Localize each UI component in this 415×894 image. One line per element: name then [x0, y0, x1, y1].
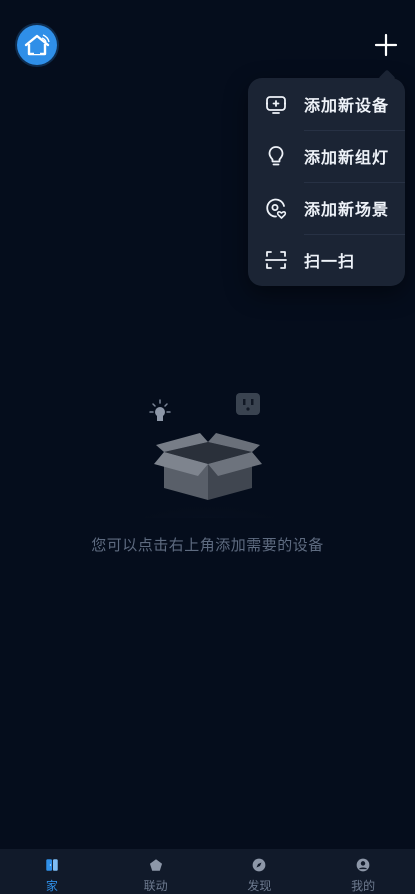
menu-item-label: 扫一扫 [304, 252, 356, 271]
user-icon [356, 858, 370, 872]
plus-icon [374, 33, 398, 57]
home-screen: 添加新设备 添加新组灯 添加新场景 扫一扫 您可以点击右上角添加需要的设备 家 … [0, 0, 415, 894]
menu-item-add-device[interactable]: 添加新设备 [248, 78, 405, 130]
scan-icon [264, 248, 288, 272]
pentagon-icon [149, 859, 162, 871]
menu-item-add-light-group[interactable]: 添加新组灯 [248, 130, 405, 182]
empty-box-illustration [116, 393, 300, 518]
menu-item-label: 添加新场景 [304, 200, 390, 219]
add-menu-dropdown: 添加新设备 添加新组灯 添加新场景 扫一扫 [248, 78, 405, 286]
nav-item-discover[interactable]: 发现 [208, 849, 312, 894]
scene-icon [264, 196, 288, 220]
socket-icon [236, 393, 260, 415]
device-plus-icon [264, 92, 288, 116]
menu-item-add-scene[interactable]: 添加新场景 [248, 182, 405, 234]
nav-label: 我的 [351, 879, 376, 893]
nav-label: 家 [45, 879, 58, 893]
menu-item-label: 添加新组灯 [304, 148, 390, 167]
nav-item-linkage[interactable]: 联动 [104, 849, 208, 894]
menu-item-label: 添加新设备 [304, 96, 390, 115]
bulb-icon [149, 399, 171, 421]
nav-label: 联动 [143, 879, 168, 893]
add-button[interactable] [371, 30, 401, 60]
empty-state-message: 您可以点击右上角添加需要的设备 [91, 536, 324, 554]
bulb-icon [264, 144, 288, 168]
menu-item-scan[interactable]: 扫一扫 [248, 234, 405, 286]
compass-icon [253, 858, 266, 872]
nav-label: 发现 [247, 879, 272, 893]
home-door-icon [46, 859, 58, 871]
home-avatar-icon[interactable] [17, 25, 57, 65]
nav-item-home[interactable]: 家 [0, 849, 104, 894]
nav-item-mine[interactable]: 我的 [311, 849, 415, 894]
bottom-nav: 家 联动 发现 我的 [0, 849, 415, 894]
